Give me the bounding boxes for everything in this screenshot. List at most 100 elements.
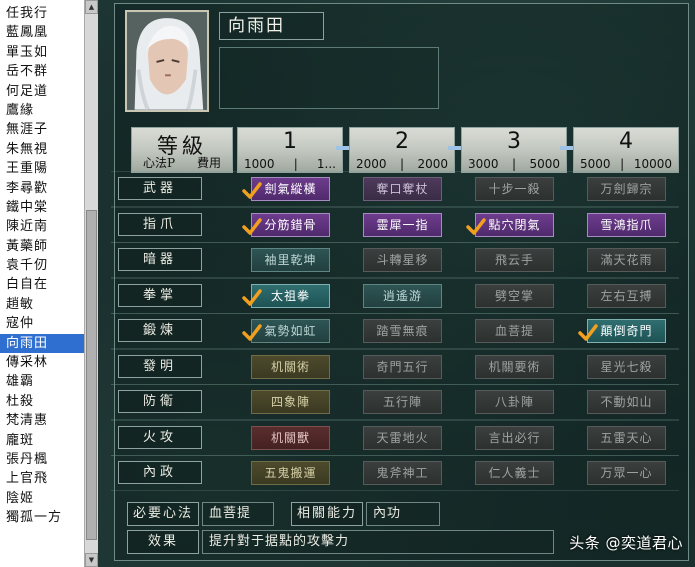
skill-button[interactable]: 奇門五行: [363, 354, 442, 379]
skill-button[interactable]: 點穴閉氣: [475, 212, 554, 237]
character-list-item[interactable]: 任我行: [0, 4, 84, 23]
skill-button[interactable]: 星光七殺: [587, 354, 666, 379]
character-list-item[interactable]: 雄霸: [0, 372, 84, 391]
character-list-item[interactable]: 獨孤一方: [0, 508, 84, 527]
skill-button[interactable]: 雪鴻指爪: [587, 212, 666, 237]
skill-button[interactable]: 言出必行: [475, 425, 554, 450]
level-header-4: 4 5000 | 10000: [573, 127, 679, 173]
character-list-scrollbar[interactable]: ▲ ▼: [84, 0, 98, 567]
skill-button[interactable]: 劍氣縱橫: [251, 177, 330, 201]
skill-button[interactable]: 左右互搏: [587, 283, 666, 308]
skill-button[interactable]: 血菩提: [475, 319, 554, 343]
character-list-item[interactable]: 陳近南: [0, 217, 84, 236]
skill-button[interactable]: 斗轉星移: [363, 248, 442, 272]
character-list-item[interactable]: 杜殺: [0, 392, 84, 411]
watermark: 头条 @奕道君心: [569, 534, 683, 552]
skill-button[interactable]: 顛倒奇門: [587, 319, 666, 343]
level-header-1: 1 1000 | 1...: [237, 127, 343, 173]
character-list-item[interactable]: 李尋歡: [0, 179, 84, 198]
skill-category-label: 鍛煉: [118, 319, 202, 342]
skill-button[interactable]: 八卦陣: [475, 390, 554, 414]
skill-category-label: 拳掌: [118, 283, 202, 307]
skill-button[interactable]: 仁人義士: [475, 461, 554, 485]
character-list-item[interactable]: 龐斑: [0, 431, 84, 450]
character-list-item[interactable]: 陰姬: [0, 489, 84, 508]
character-list-item[interactable]: 白自在: [0, 275, 84, 294]
skill-button[interactable]: 太祖拳: [251, 283, 330, 308]
skill-category-label: 內政: [118, 461, 202, 484]
character-list-item[interactable]: 向雨田: [0, 333, 84, 354]
skill-button[interactable]: 天雷地火: [363, 425, 442, 450]
checkmark-icon: [242, 217, 262, 235]
level-cost-fee: 1...: [316, 157, 336, 171]
skill-button[interactable]: 万劍歸宗: [587, 177, 666, 201]
related-ability-value: 內功: [366, 502, 440, 526]
character-list-item[interactable]: 趙敏: [0, 295, 84, 314]
skill-button[interactable]: 机關要術: [475, 354, 554, 379]
level-costs: 2000 | 2000: [356, 157, 448, 171]
skill-button[interactable]: 飛云手: [475, 248, 554, 272]
skill-button[interactable]: 氣勢如虹: [251, 319, 330, 343]
skill-button[interactable]: 靈犀一指: [363, 212, 442, 237]
level-header-sub-right: 費用: [197, 156, 222, 170]
level-costs: 3000 | 5000: [468, 157, 560, 171]
skill-button[interactable]: 逍遙游: [363, 283, 442, 308]
character-list-item[interactable]: 梵清惠: [0, 411, 84, 430]
level-header-label-cell: 等級 心法P 費用: [131, 127, 233, 173]
character-list-item[interactable]: 何足道: [0, 82, 84, 101]
level-cost-fee: 5000: [529, 157, 560, 171]
character-list-item[interactable]: 張丹楓: [0, 450, 84, 469]
skill-button[interactable]: 五雷天心: [587, 425, 666, 450]
character-list-item[interactable]: 鐵中棠: [0, 198, 84, 217]
character-list-item[interactable]: 傳采林: [0, 353, 84, 372]
character-list-item[interactable]: 無涯子: [0, 120, 84, 139]
skill-button[interactable]: 机關術: [251, 354, 330, 379]
checkmark-icon: [578, 324, 598, 341]
character-list-item[interactable]: 王重陽: [0, 159, 84, 178]
level-number: 3: [507, 129, 521, 154]
character-list-item[interactable]: 上官飛: [0, 469, 84, 488]
skill-button[interactable]: 五鬼搬運: [251, 461, 330, 485]
skill-button[interactable]: 分筋錯骨: [251, 212, 330, 237]
level-costs: 5000 | 10000: [580, 157, 672, 171]
skill-button[interactable]: 鬼斧神工: [363, 461, 442, 485]
character-list-item[interactable]: 寇仲: [0, 314, 84, 333]
checkmark-icon: [242, 288, 262, 306]
level-number: 4: [619, 129, 633, 154]
character-list-panel: 任我行 藍鳳凰 單玉如 岳不群 何足道 鷹緣 無涯子 朱無視 王重陽 李尋歡 鐵中棠 陳近南 黃藥師 袁千…: [0, 0, 98, 567]
skill-button[interactable]: 袖里乾坤: [251, 248, 330, 272]
level-header-3: 3 3000 | 5000: [461, 127, 567, 173]
level-cost-separator: |: [620, 157, 625, 171]
checkmark-icon: [242, 324, 262, 341]
skill-button[interactable]: 万眾一心: [587, 461, 666, 485]
level-cost-fee: 10000: [633, 157, 672, 171]
character-list-item[interactable]: 袁千仞: [0, 256, 84, 275]
skill-button[interactable]: 劈空掌: [475, 283, 554, 308]
required-skill-value: 血菩提: [202, 502, 274, 526]
effect-value: 提升對于据點的攻擊力: [202, 530, 554, 554]
portrait-icon: [127, 12, 207, 110]
skill-button[interactable]: 五行陣: [363, 390, 442, 414]
character-list-item[interactable]: 單玉如: [0, 43, 84, 62]
character-list-item[interactable]: 黃藥師: [0, 237, 84, 256]
skill-button[interactable]: 滿天花雨: [587, 248, 666, 272]
scroll-up-arrow-icon[interactable]: ▲: [85, 0, 98, 14]
skill-button[interactable]: 踏雪無痕: [363, 319, 442, 343]
level-cost-points: 3000: [468, 157, 499, 171]
skill-button[interactable]: 四象陣: [251, 390, 330, 414]
level-cost-points: 2000: [356, 157, 387, 171]
character-list-item[interactable]: 藍鳳凰: [0, 23, 84, 42]
skill-category-label: 指爪: [118, 212, 202, 236]
skill-button[interactable]: 奪口奪杖: [363, 177, 442, 201]
skill-category-label: 火攻: [118, 425, 202, 449]
character-info-box: [219, 47, 439, 109]
skill-button[interactable]: 机關獸: [251, 425, 330, 450]
skill-button[interactable]: 不動如山: [587, 390, 666, 414]
scroll-down-arrow-icon[interactable]: ▼: [85, 553, 98, 567]
skill-button[interactable]: 十步一殺: [475, 177, 554, 201]
character-list-item[interactable]: 岳不群: [0, 62, 84, 81]
character-list-item[interactable]: 鷹緣: [0, 101, 84, 120]
level-costs: 1000 | 1...: [244, 157, 336, 171]
character-list-item[interactable]: 朱無視: [0, 140, 84, 159]
scrollbar-thumb[interactable]: [86, 210, 97, 540]
